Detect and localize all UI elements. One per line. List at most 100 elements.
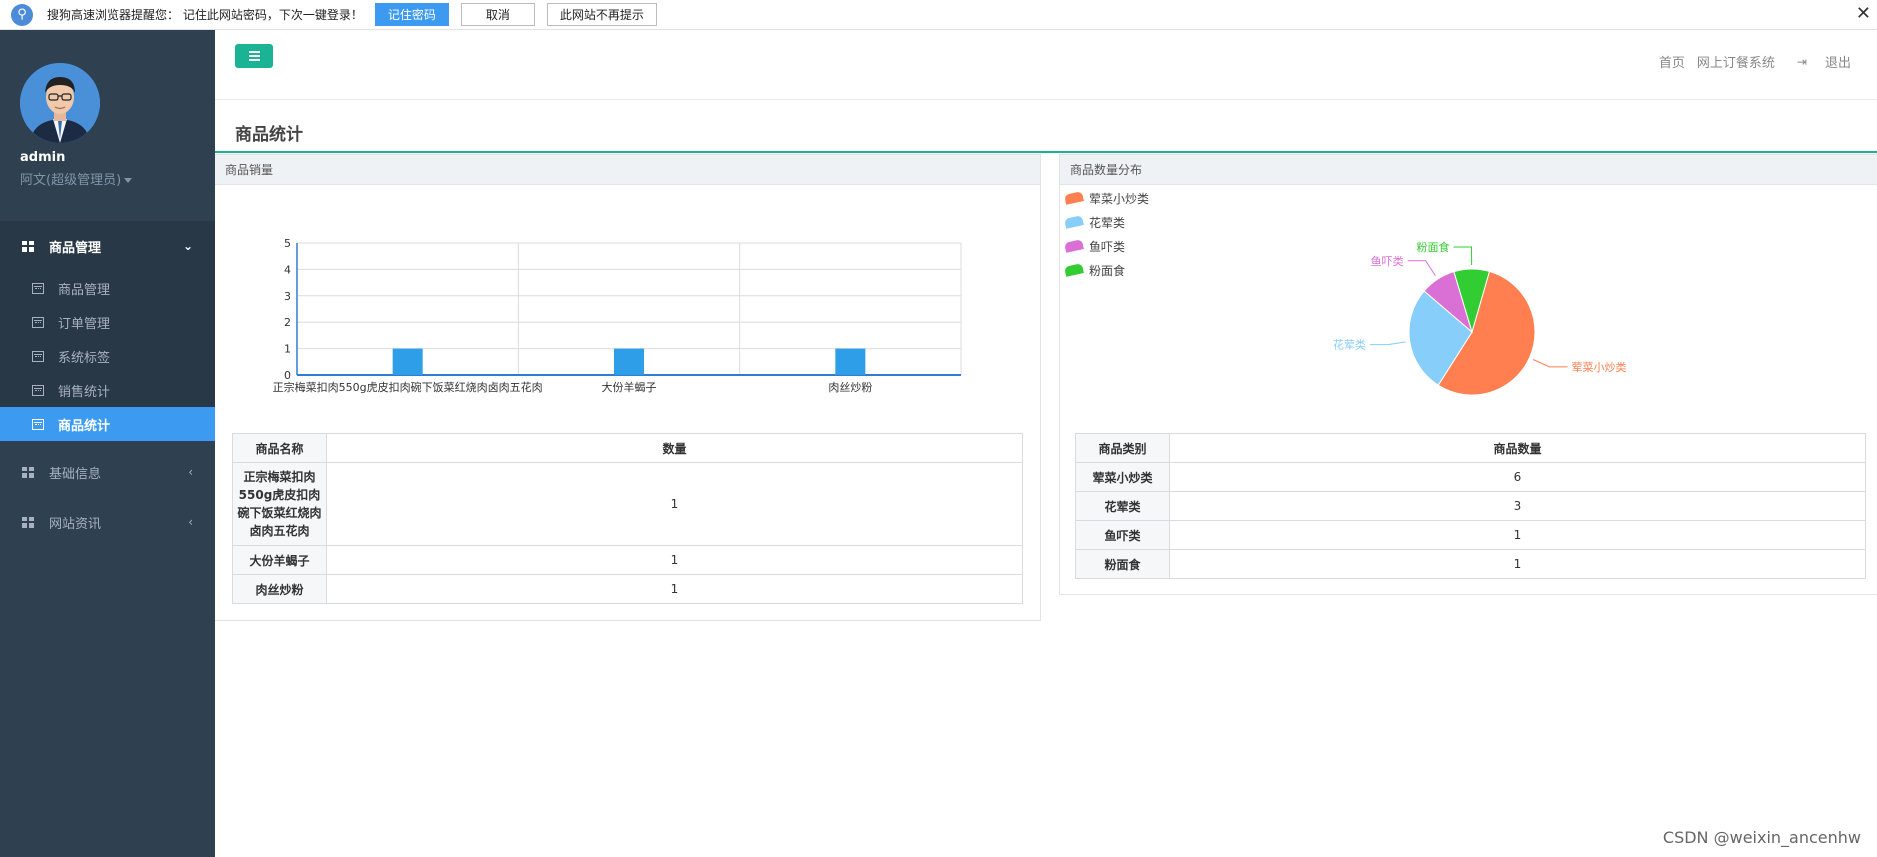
user-role-dropdown[interactable]: 阿文(超级管理员) (20, 169, 133, 188)
calendar-icon (32, 282, 44, 294)
menu-group-site-news[interactable]: 网站资讯 ‹ (0, 497, 215, 547)
th-large-icon (22, 466, 35, 478)
y-tick-label: 4 (284, 263, 291, 276)
chevron-left-icon: ‹ (188, 515, 193, 529)
sidebar-item-goods-stats[interactable]: 商品统计 (0, 407, 215, 441)
calendar-icon (32, 384, 44, 396)
sidebar-item-label: 商品管理 (58, 282, 111, 298)
qty-cell: 1 (326, 545, 1023, 575)
y-tick-label: 3 (284, 290, 291, 303)
sidebar-item-tags[interactable]: 系统标签 (0, 339, 215, 373)
pie-leader-line (1407, 260, 1436, 277)
header-nav: 首页 网上订餐系统 ⇥ 退出 (1647, 52, 1851, 72)
pie-label: 荤菜小炒类 (1572, 360, 1627, 374)
sidebar: admin 阿文(超级管理员) 商品管理 ⌄ 商品管理 订单管理 系统标签 销售… (0, 30, 215, 857)
sidebar-item-label: 商品统计 (58, 418, 111, 434)
legend-swatch (1064, 215, 1084, 229)
table-row: 粉面食 1 (1075, 549, 1866, 579)
never-prompt-button[interactable]: 此网站不再提示 (546, 3, 657, 26)
watermark: CSDN @weixin_ancenhw (1662, 828, 1861, 847)
submenu-goods-management: 商品管理 订单管理 系统标签 销售统计 商品统计 (0, 271, 215, 441)
distribution-table: 商品类别 商品数量 荤菜小炒类 6 花荤类 3 鱼吓类 1 粉面食 1 (1075, 433, 1866, 579)
calendar-icon (32, 418, 44, 430)
qty-cell: 3 (1169, 491, 1866, 521)
system-link[interactable]: 网上订餐系统 (1697, 52, 1775, 71)
notice-message: 搜狗高速浏览器提醒您： 记住此网站密码，下次一键登录！ (47, 8, 363, 22)
sidebar-item-label: 订单管理 (58, 316, 111, 332)
panel-title: 商品数量分布 (1060, 155, 1877, 185)
x-tick-label: 正宗梅菜扣肉550g虎皮扣肉碗下饭菜红烧肉卤肉五花肉 (273, 380, 543, 394)
pie-label: 花荤类 (1333, 338, 1366, 352)
user-role-label: 阿文(超级管理员) (20, 173, 122, 188)
cancel-button[interactable]: 取消 (460, 3, 535, 26)
calendar-icon (32, 350, 44, 362)
pie-label: 粉面食 (1417, 240, 1450, 254)
goods-name-cell: 正宗梅菜扣肉550g虎皮扣肉碗下饭菜红烧肉卤肉五花肉 (232, 462, 327, 546)
sidebar-item-orders[interactable]: 订单管理 (0, 305, 215, 339)
menu-group-label: 基础信息 (49, 466, 102, 482)
sales-bar-chart: 012345正宗梅菜扣肉550g虎皮扣肉碗下饭菜红烧肉卤肉五花肉 大份羊蝎子 肉丝炒… (273, 237, 962, 394)
panel-title: 商品销量 (215, 155, 1040, 185)
sidebar-item-sales-stats[interactable]: 销售统计 (0, 373, 215, 407)
goods-name-cell: 大份羊蝎子 (232, 545, 327, 575)
menu-group-goods-management[interactable]: 商品管理 ⌄ (0, 221, 215, 271)
legend-swatch (1064, 263, 1084, 277)
table-row: 荤菜小炒类 6 (1075, 462, 1866, 492)
menu-group-label: 商品管理 (49, 240, 102, 256)
menu-group-label: 网站资讯 (49, 516, 102, 532)
category-name-cell: 粉面食 (1075, 549, 1170, 579)
top-header: 首页 网上订餐系统 ⇥ 退出 (215, 30, 1877, 100)
pie-leader-line (1369, 341, 1406, 346)
legend-item[interactable]: 花荤类 (1064, 210, 1149, 234)
sales-table: 商品名称 数量 正宗梅菜扣肉550g虎皮扣肉碗下饭菜红烧肉卤肉五花肉 1 大份羊… (232, 433, 1023, 604)
close-icon[interactable]: ✕ (1856, 3, 1871, 24)
logout-link[interactable]: 退出 (1825, 52, 1851, 71)
distribution-pie-chart: 荤菜小炒类 花荤类 鱼吓类粉面食 (1333, 240, 1627, 396)
qty-cell: 1 (326, 462, 1023, 546)
sidebar-item-label: 系统标签 (58, 350, 111, 366)
qty-cell: 1 (326, 574, 1023, 604)
th-large-icon (22, 240, 35, 252)
bar[interactable] (835, 348, 866, 375)
caret-down-icon (124, 178, 133, 183)
pie-leader-line (1532, 359, 1568, 368)
chevron-left-icon: ‹ (188, 465, 193, 479)
qty-cell: 1 (1169, 520, 1866, 550)
pie-label: 鱼吓类 (1371, 254, 1404, 268)
table-header-row: 商品名称 数量 (232, 433, 1023, 463)
category-name-cell: 花荤类 (1075, 491, 1170, 521)
legend-swatch (1064, 191, 1084, 205)
password-save-notice-bar: ⚲ 搜狗高速浏览器提醒您： 记住此网站密码，下次一键登录！ 记住密码 取消 此网… (0, 0, 1877, 30)
table-row: 花荤类 3 (1075, 491, 1866, 521)
sign-out-icon[interactable]: ⇥ (1797, 55, 1807, 69)
home-link[interactable]: 首页 (1659, 52, 1685, 71)
avatar[interactable] (20, 63, 100, 143)
bar[interactable] (614, 348, 644, 375)
x-tick-label: 大份羊蝎子 (602, 380, 657, 394)
y-tick-label: 2 (284, 316, 291, 329)
goods-name-cell: 肉丝炒粉 (232, 574, 327, 604)
user-profile: admin 阿文(超级管理员) (0, 30, 215, 221)
legend-item[interactable]: 鱼吓类 (1064, 234, 1149, 258)
chevron-down-icon: ⌄ (182, 239, 193, 253)
legend-item[interactable]: 粉面食 (1064, 258, 1149, 282)
menu-group-basic-info[interactable]: 基础信息 ‹ (0, 447, 215, 497)
category-name-cell: 鱼吓类 (1075, 520, 1170, 550)
y-tick-label: 1 (284, 343, 291, 356)
table-row: 正宗梅菜扣肉550g虎皮扣肉碗下饭菜红烧肉卤肉五花肉 1 (232, 462, 1023, 546)
calendar-icon (32, 316, 44, 328)
sidebar-toggle-button[interactable] (235, 44, 273, 68)
sidebar-item-goods[interactable]: 商品管理 (0, 271, 215, 305)
table-header-row: 商品类别 商品数量 (1075, 433, 1866, 463)
bar[interactable] (392, 348, 423, 375)
key-icon: ⚲ (11, 3, 33, 26)
legend-label: 鱼吓类 (1089, 239, 1126, 254)
column-header: 数量 (326, 433, 1023, 463)
x-tick-label: 肉丝炒粉 (828, 381, 872, 394)
pie-legend: 荤菜小炒类 花荤类 鱼吓类 粉面食 (1064, 186, 1149, 282)
legend-label: 花荤类 (1089, 215, 1126, 230)
remember-password-button[interactable]: 记住密码 (374, 3, 449, 26)
pie-leader-line (1453, 246, 1473, 266)
qty-cell: 1 (1169, 549, 1866, 579)
legend-item[interactable]: 荤菜小炒类 (1064, 186, 1149, 210)
